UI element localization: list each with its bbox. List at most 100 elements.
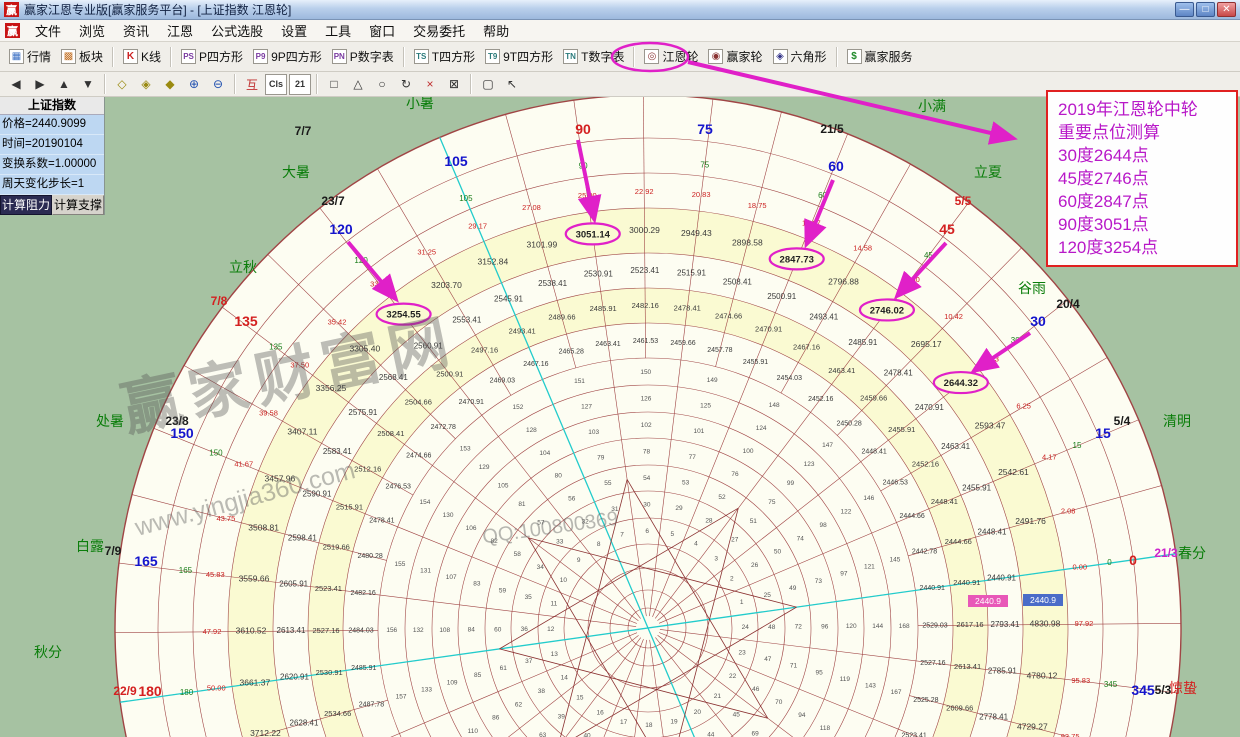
price-ring-value: 2487.78 <box>359 702 384 709</box>
diamond-tool-1[interactable]: ◇ <box>111 74 133 95</box>
menu-item-6[interactable]: 设置 <box>272 22 316 41</box>
nav-up-button[interactable]: ▲ <box>53 74 75 95</box>
menu-item-1[interactable]: 文件 <box>26 22 70 41</box>
rotate-tool[interactable]: ↻ <box>395 74 417 95</box>
price-ring-value: 3457.96 <box>265 473 296 483</box>
nav-down-button[interactable]: ▼ <box>77 74 99 95</box>
time-row: 时间=20190104 <box>0 135 104 155</box>
sectors-button[interactable]: ▩板块 <box>56 46 108 67</box>
menu-item-7[interactable]: 工具 <box>316 22 360 41</box>
minimize-button[interactable]: — <box>1175 2 1194 17</box>
gann-wheel: 0.002.084.176.258.3310.4212.5014.5816.67… <box>34 97 1206 737</box>
integer-ring-value: 5 <box>671 531 675 538</box>
t-square-button[interactable]: TST四方形 <box>409 46 480 67</box>
integer-ring-value: 57 <box>537 520 545 527</box>
menu-item-3[interactable]: 资讯 <box>114 22 158 41</box>
menu-item-4[interactable]: 江恩 <box>158 22 202 41</box>
menu-bar: 赢 文件浏览资讯江恩公式选股设置工具窗口交易委托帮助 <box>0 20 1240 42</box>
solar-term-label: 惊蛰 <box>1169 680 1197 696</box>
menu-item-5[interactable]: 公式选股 <box>202 22 272 41</box>
price-ring-value: 2470.91 <box>915 403 944 412</box>
price-ring-value: 2620.91 <box>280 673 309 682</box>
winner-service-button-icon: $ <box>847 49 862 64</box>
integer-ring-value: 100 <box>743 448 754 455</box>
integer-ring-value: 25 <box>764 592 772 599</box>
inner-degree-value: 150 <box>209 448 223 457</box>
p-square-button[interactable]: PSP四方形 <box>176 46 248 67</box>
price-ring-value: 2796.88 <box>828 276 859 286</box>
percent-value: 0.00 <box>1072 562 1087 571</box>
price-ring-value: 2484.03 <box>348 628 373 635</box>
annotation-line-7: 120度3254点 <box>1058 236 1226 259</box>
integer-ring-value: 15 <box>576 694 584 701</box>
select-region-tool[interactable]: ▢ <box>477 74 499 95</box>
rectangle-tool[interactable]: □ <box>323 74 345 95</box>
exchange-tool[interactable]: 互 <box>241 74 263 95</box>
price-ring-value: 3661.37 <box>239 677 270 687</box>
price-ring-value: 4729.27 <box>1017 721 1048 731</box>
p-number-table-button[interactable]: PNP数字表 <box>327 46 399 67</box>
percent-value: 37.50 <box>290 361 309 370</box>
quotes-button-label: 行情 <box>27 48 51 65</box>
integer-ring-value: 101 <box>693 428 704 435</box>
solar-term-label: 春分 <box>1178 545 1206 561</box>
calc-resistance-button[interactable]: 计算阻力 <box>0 195 52 215</box>
close-all-tool[interactable]: ⊠ <box>443 74 465 95</box>
winner-service-button[interactable]: $赢家服务 <box>842 46 918 67</box>
diamond-tool-3[interactable]: ◆ <box>159 74 181 95</box>
weekday-step-row: 周天变化步长=1 <box>0 175 104 195</box>
winner-wheel-button[interactable]: ◉赢家轮 <box>703 46 767 67</box>
gann-wheel-button[interactable]: ◎江恩轮 <box>639 46 703 67</box>
pointer-tool[interactable]: ↖ <box>501 74 523 95</box>
annotation-line-6: 90度3051点 <box>1058 213 1226 236</box>
price-ring-value: 2529.03 <box>922 622 947 629</box>
price-ring-value: 2949.43 <box>681 228 712 238</box>
price-ring-value: 2476.53 <box>386 484 411 491</box>
integer-ring-value: 99 <box>787 480 795 487</box>
menu-item-10[interactable]: 帮助 <box>474 22 518 41</box>
price-ring-value: 2452.16 <box>808 396 833 403</box>
degree-label: 345 <box>1131 682 1155 698</box>
svg-text:2440.9: 2440.9 <box>1030 595 1056 605</box>
price-ring-value: 2448.41 <box>862 448 887 455</box>
clear-screen-button[interactable]: Cls <box>265 74 287 95</box>
circle-tool[interactable]: ○ <box>371 74 393 95</box>
calendar-tool[interactable]: 21 <box>289 74 311 95</box>
integer-ring-value: 3 <box>714 556 718 563</box>
hexagon-button[interactable]: ◈六角形 <box>768 46 832 67</box>
zoom-out-button[interactable]: ⊖ <box>207 74 229 95</box>
zoom-in-button[interactable]: ⊕ <box>183 74 205 95</box>
integer-ring-value: 152 <box>513 404 524 411</box>
nav-right-button[interactable]: ▶ <box>29 74 51 95</box>
maximize-button[interactable]: □ <box>1196 2 1215 17</box>
price-ring-value: 2448.41 <box>978 528 1007 537</box>
toolbar-separator <box>836 47 838 67</box>
integer-ring-value: 105 <box>498 483 509 490</box>
menu-item-8[interactable]: 窗口 <box>360 22 404 41</box>
9t-square-button[interactable]: T99T四方形 <box>480 46 558 67</box>
kline-button[interactable]: KK线 <box>118 46 166 67</box>
9p-square-button[interactable]: P99P四方形 <box>248 46 327 67</box>
delete-tool[interactable]: × <box>419 74 441 95</box>
t-number-table-button[interactable]: TNT数字表 <box>558 46 629 67</box>
nav-left-button[interactable]: ◀ <box>5 74 27 95</box>
window-title: 赢家江恩专业版[赢家服务平台] - [上证指数 江恩轮] <box>24 1 1170 18</box>
menu-item-9[interactable]: 交易委托 <box>404 22 474 41</box>
highlight-cell: 2440.9 <box>968 595 1008 607</box>
triangle-tool[interactable]: △ <box>347 74 369 95</box>
diamond-tool-2[interactable]: ◈ <box>135 74 157 95</box>
integer-ring-value: 124 <box>756 425 767 432</box>
transform-coefficient-row: 变换系数=1.00000 <box>0 155 104 175</box>
degree-label: 0 <box>1129 552 1137 568</box>
quotes-button[interactable]: ▦行情 <box>4 46 56 67</box>
price-row: 价格=2440.9099 <box>0 115 104 135</box>
degree-label: 180 <box>138 683 162 699</box>
9p-square-button-icon: P9 <box>253 49 268 64</box>
menu-item-2[interactable]: 浏览 <box>70 22 114 41</box>
percent-value: 4.17 <box>1042 453 1057 462</box>
integer-ring-value: 7 <box>620 531 624 538</box>
calc-support-button[interactable]: 计算支撑 <box>52 195 104 215</box>
close-button[interactable]: ✕ <box>1217 2 1236 17</box>
integer-ring-value: 34 <box>537 564 545 571</box>
toolbar-separator <box>104 74 106 94</box>
